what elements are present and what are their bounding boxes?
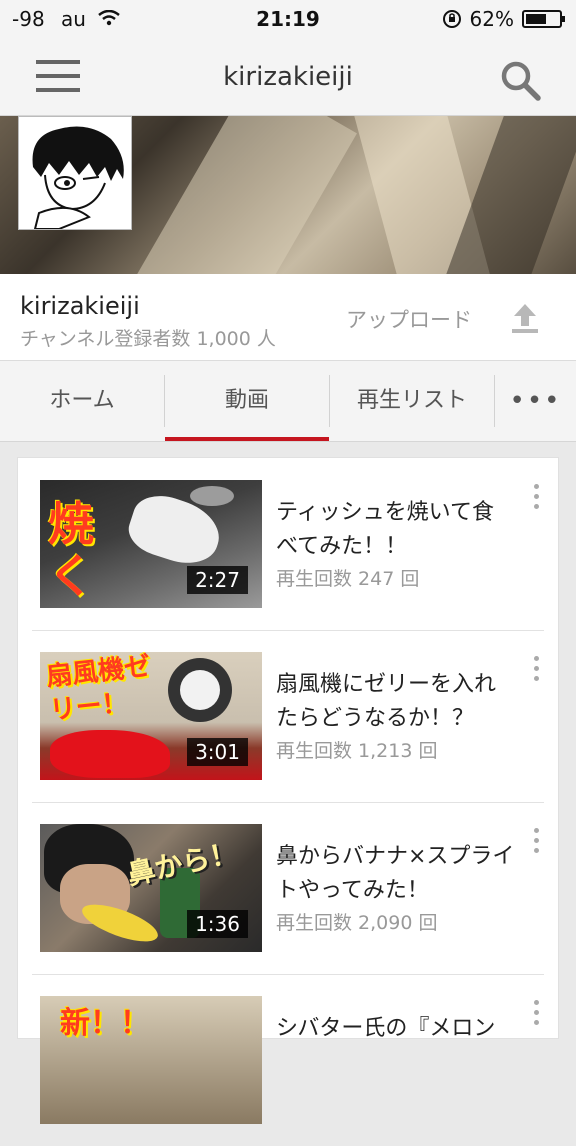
video-title[interactable]: ティッシュを焼いて食べてみた！！ <box>276 496 516 564</box>
video-duration: 1:36 <box>187 910 248 938</box>
channel-tabs: ホーム 動画 再生リスト ••• <box>0 361 576 442</box>
video-title[interactable]: シバター氏の『メロン <box>276 1012 516 1046</box>
tab-videos-label: 動画 <box>224 388 269 413</box>
tab-home[interactable]: ホーム <box>0 361 164 441</box>
channel-name: kirizakieiji <box>20 292 140 320</box>
video-views: 再生回数 2,090 回 <box>276 912 438 934</box>
video-thumbnail[interactable]: 焼く 2:27 <box>40 480 262 608</box>
video-thumbnail[interactable]: 鼻から！ 1:36 <box>40 824 262 952</box>
more-options-icon[interactable] <box>534 484 540 514</box>
subscriber-count: チャンネル登録者数 1,000 人 <box>20 328 276 350</box>
search-icon[interactable] <box>498 58 542 102</box>
status-right: 62% <box>442 7 565 31</box>
video-title[interactable]: 扇風機にゼリーを入れたらどうなるか！？ <box>276 668 516 736</box>
video-duration: 2:27 <box>187 566 248 594</box>
tab-playlists[interactable]: 再生リスト <box>330 361 494 441</box>
page-title: kirizakieiji <box>223 62 353 92</box>
video-views: 再生回数 247 回 <box>276 568 420 590</box>
video-duration: 3:01 <box>187 738 248 766</box>
more-options-icon[interactable] <box>534 656 540 686</box>
battery-percent: 62% <box>469 7 514 31</box>
thumbnail-overlay-text: 新！！ <box>60 1006 150 1041</box>
more-options-icon[interactable] <box>534 828 540 858</box>
more-options-icon[interactable] <box>534 1000 540 1030</box>
video-list: 焼く 2:27 ティッシュを焼いて食べてみた！！ 再生回数 247 回 扇風機ゼ… <box>18 458 558 1124</box>
status-bar: -98 au 21:19 62% <box>0 0 576 40</box>
avatar-drawing <box>32 126 124 229</box>
tab-videos[interactable]: 動画 <box>165 361 329 441</box>
list-item[interactable]: 鼻から！ 1:36 鼻からバナナ×スプライトやってみた！ 再生回数 2,090 … <box>18 802 558 974</box>
list-item[interactable]: 新！！ シバター氏の『メロン <box>18 974 558 1146</box>
thumbnail-overlay-text: 焼く <box>48 497 94 603</box>
video-title[interactable]: 鼻からバナナ×スプライトやってみた！ <box>276 840 516 908</box>
video-thumbnail[interactable]: 新！！ <box>40 996 262 1124</box>
video-thumbnail[interactable]: 扇風機ゼリー！ 3:01 <box>40 652 262 780</box>
thumbnail-overlay-text: 扇風機ゼリー！ <box>44 652 152 727</box>
channel-header: kirizakieiji チャンネル登録者数 1,000 人 アップロード <box>0 274 576 361</box>
battery-fill <box>526 14 546 24</box>
tab-more[interactable]: ••• <box>495 361 576 441</box>
channel-avatar[interactable] <box>18 116 132 230</box>
video-views: 再生回数 1,213 回 <box>276 740 438 762</box>
rotation-lock-icon <box>442 10 461 28</box>
battery-icon <box>522 10 565 28</box>
upload-label[interactable]: アップロード <box>346 304 472 334</box>
app-bar: kirizakieiji <box>0 40 576 116</box>
upload-icon[interactable] <box>510 300 540 334</box>
active-tab-indicator <box>165 437 329 441</box>
list-item[interactable]: 焼く 2:27 ティッシュを焼いて食べてみた！！ 再生回数 247 回 <box>18 458 558 630</box>
list-item[interactable]: 扇風機ゼリー！ 3:01 扇風機にゼリーを入れたらどうなるか！？ 再生回数 1,… <box>18 630 558 802</box>
